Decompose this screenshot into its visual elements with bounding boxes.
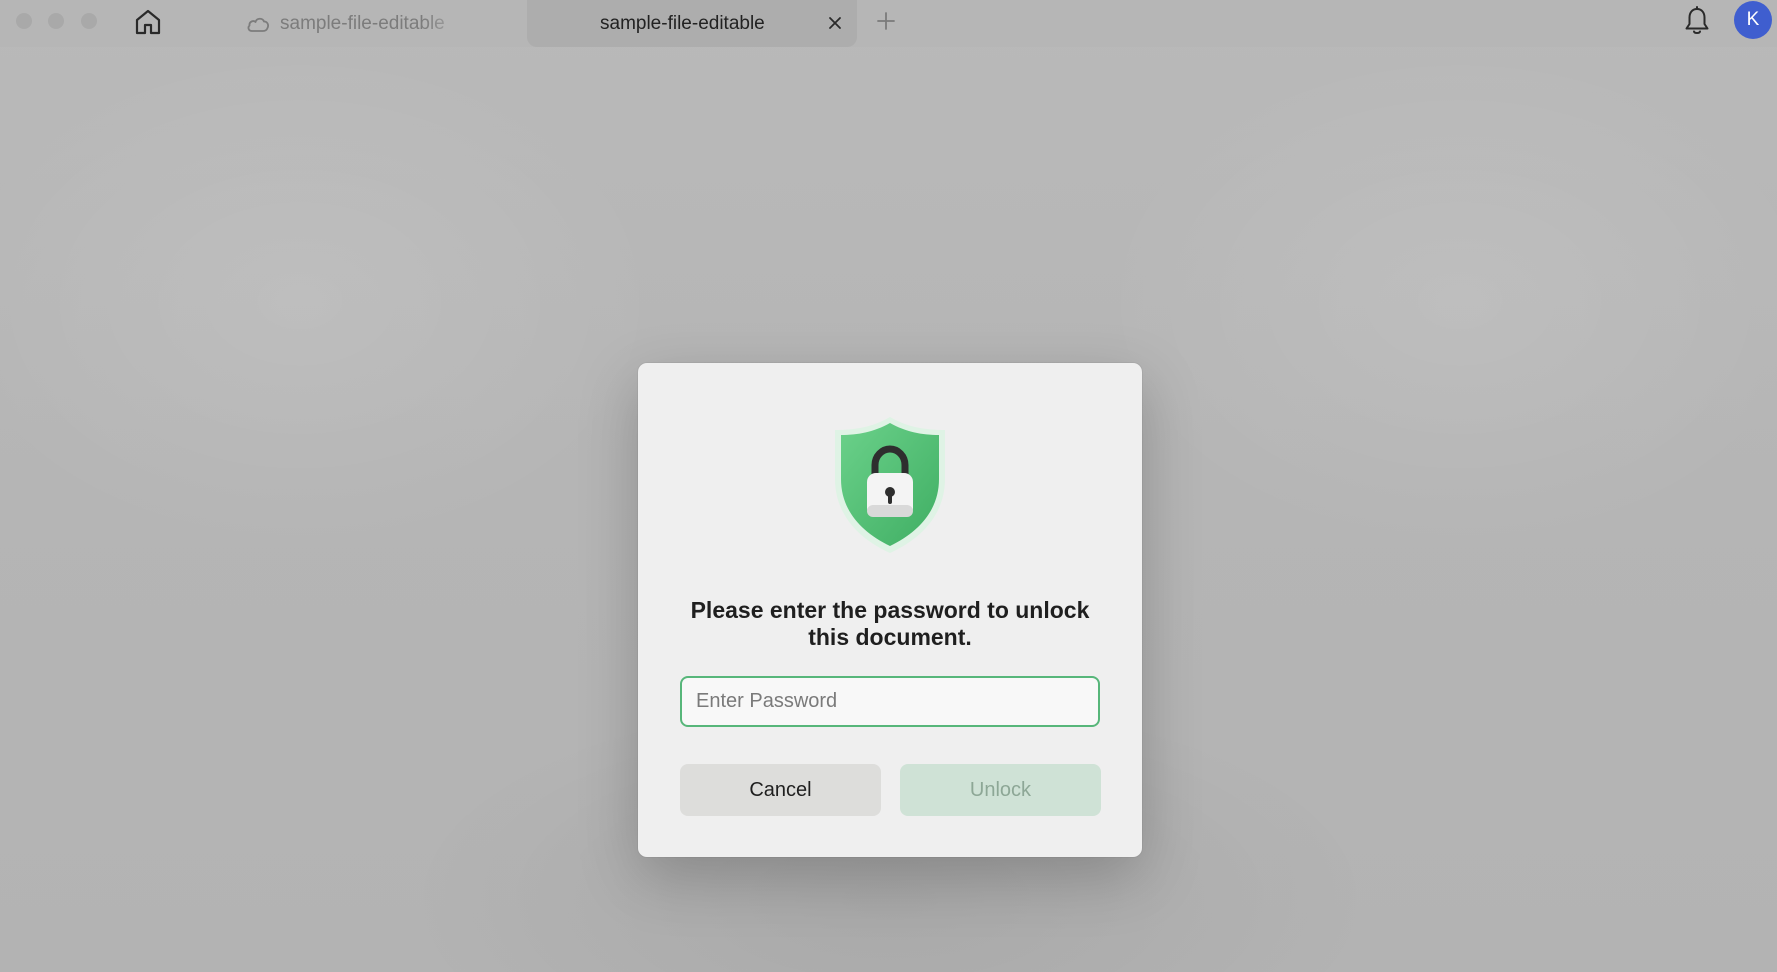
tab-label: sample-file-editable [280,12,445,34]
notifications-button[interactable] [1681,4,1713,38]
home-button[interactable] [130,5,166,39]
zoom-window-button[interactable] [81,13,97,29]
close-window-button[interactable] [16,13,32,29]
user-avatar[interactable]: K [1734,1,1772,39]
home-icon [135,9,161,35]
tab-document-1[interactable]: sample-file-editable [246,0,526,47]
tab-label: sample-file-editable [600,12,765,34]
cloud-icon [246,14,270,34]
unlock-button[interactable]: Unlock [900,764,1101,816]
avatar-initial: K [1746,9,1760,30]
password-input[interactable] [680,676,1100,727]
close-tab-button[interactable] [825,13,845,33]
unlock-prompt: Please enter the password to unlock this… [690,597,1090,650]
tab-bar: sample-file-editable sample-file-editabl… [0,0,1777,47]
shield-lock-icon [835,417,945,553]
unlock-password-dialog: Please enter the password to unlock this… [638,363,1142,857]
minimize-window-button[interactable] [48,13,64,29]
close-icon [829,17,841,29]
bell-icon [1685,6,1709,34]
new-tab-button[interactable] [875,10,897,32]
plus-icon [877,12,895,30]
cancel-button[interactable]: Cancel [680,764,881,816]
tab-document-2[interactable]: sample-file-editable [527,0,857,47]
